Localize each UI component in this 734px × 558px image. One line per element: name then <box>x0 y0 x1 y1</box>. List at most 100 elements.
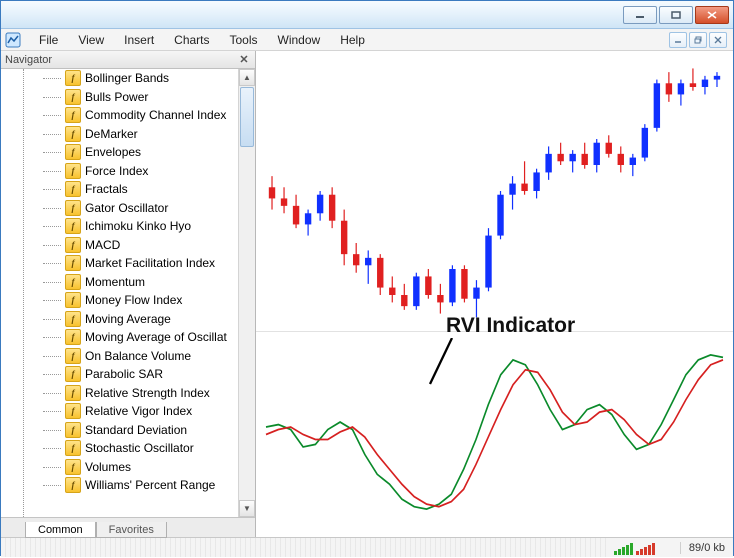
indicator-label: Parabolic SAR <box>85 367 163 381</box>
status-kb: 89/0 kb <box>680 542 733 554</box>
indicator-icon: f <box>65 89 81 105</box>
indicator-label: Gator Oscillator <box>85 201 168 215</box>
indicator-item[interactable]: f Money Flow Index <box>37 291 255 310</box>
indicator-label: Force Index <box>85 164 148 178</box>
indicator-label: Stochastic Oscillator <box>85 441 194 455</box>
indicator-icon: f <box>65 348 81 364</box>
indicator-item[interactable]: f Moving Average <box>37 310 255 329</box>
indicator-item[interactable]: f Force Index <box>37 162 255 181</box>
indicator-icon: f <box>65 422 81 438</box>
indicator-label: On Balance Volume <box>85 349 191 363</box>
indicator-item[interactable]: f On Balance Volume <box>37 347 255 366</box>
indicator-icon: f <box>65 163 81 179</box>
indicator-item[interactable]: f Ichimoku Kinko Hyo <box>37 217 255 236</box>
indicator-label: Fractals <box>85 182 128 196</box>
navigator-header: Navigator ✕ <box>1 51 255 69</box>
indicator-item[interactable]: f Volumes <box>37 458 255 477</box>
menu-file[interactable]: File <box>29 31 68 49</box>
indicator-label: Moving Average <box>85 312 171 326</box>
indicator-label: Envelopes <box>85 145 141 159</box>
mdi-restore-button[interactable] <box>689 32 707 48</box>
indicator-icon: f <box>65 126 81 142</box>
indicator-icon: f <box>65 237 81 253</box>
indicator-icon: f <box>65 107 81 123</box>
window-minimize-button[interactable] <box>623 6 657 24</box>
indicator-label: Momentum <box>85 275 145 289</box>
indicator-item[interactable]: f Standard Deviation <box>37 421 255 440</box>
indicator-item[interactable]: f Bulls Power <box>37 88 255 107</box>
indicator-icon: f <box>65 255 81 271</box>
tab-common[interactable]: Common <box>25 522 96 538</box>
indicator-icon: f <box>65 311 81 327</box>
indicator-item[interactable]: f Fractals <box>37 180 255 199</box>
indicator-icon: f <box>65 218 81 234</box>
indicator-icon: f <box>65 274 81 290</box>
indicator-item[interactable]: f Envelopes <box>37 143 255 162</box>
scroll-thumb[interactable] <box>240 87 254 147</box>
indicator-item[interactable]: f Gator Oscillator <box>37 199 255 218</box>
indicator-icon: f <box>65 440 81 456</box>
menu-charts[interactable]: Charts <box>164 31 219 49</box>
tab-favorites[interactable]: Favorites <box>96 522 167 538</box>
indicator-label: Money Flow Index <box>85 293 182 307</box>
chart-area[interactable]: RVI Indicator <box>256 51 733 537</box>
indicator-icon: f <box>65 200 81 216</box>
candlestick-chart[interactable] <box>256 51 733 331</box>
indicator-icon: f <box>65 385 81 401</box>
indicator-item[interactable]: f Momentum <box>37 273 255 292</box>
indicator-item[interactable]: f Commodity Channel Index <box>37 106 255 125</box>
scroll-up-arrow[interactable]: ▲ <box>239 69 255 86</box>
indicator-icon: f <box>65 144 81 160</box>
indicator-item[interactable]: f MACD <box>37 236 255 255</box>
indicator-icon: f <box>65 329 81 345</box>
window-titlebar <box>1 1 733 29</box>
indicator-label: DeMarker <box>85 127 138 141</box>
indicator-icon: f <box>65 477 81 493</box>
indicator-item[interactable]: f Parabolic SAR <box>37 365 255 384</box>
mdi-minimize-button[interactable] <box>669 32 687 48</box>
indicator-item[interactable]: f Bollinger Bands <box>37 69 255 88</box>
indicator-icon: f <box>65 459 81 475</box>
mdi-close-button[interactable] <box>709 32 727 48</box>
window-close-button[interactable] <box>695 6 729 24</box>
connection-bars-icon <box>614 541 674 555</box>
indicator-icon: f <box>65 366 81 382</box>
indicator-label: Moving Average of Oscillat <box>85 330 227 344</box>
indicator-item[interactable]: f Moving Average of Oscillat <box>37 328 255 347</box>
menu-view[interactable]: View <box>68 31 114 49</box>
indicator-label: Bulls Power <box>85 90 148 104</box>
indicator-label: Standard Deviation <box>85 423 187 437</box>
navigator-close-button[interactable]: ✕ <box>237 53 251 67</box>
indicator-item[interactable]: f Williams' Percent Range <box>37 476 255 495</box>
indicator-label: Bollinger Bands <box>85 71 169 85</box>
indicator-icon: f <box>65 70 81 86</box>
indicator-label: Ichimoku Kinko Hyo <box>85 219 191 233</box>
menu-window[interactable]: Window <box>268 31 331 49</box>
indicator-icon: f <box>65 292 81 308</box>
rvi-indicator-chart[interactable]: RVI Indicator <box>256 331 733 537</box>
indicator-icon: f <box>65 181 81 197</box>
menu-insert[interactable]: Insert <box>114 31 164 49</box>
statusbar: 89/0 kb <box>1 537 733 557</box>
indicator-item[interactable]: fMarket Facilitation Index <box>37 254 255 273</box>
navigator-tabs: Common Favorites <box>1 517 255 537</box>
indicator-label: Williams' Percent Range <box>85 478 215 492</box>
navigator-panel: Navigator ✕ f Bollinger Bands f Bulls Power… <box>1 51 256 537</box>
indicator-label: Relative Vigor Index <box>85 404 192 418</box>
indicator-item[interactable]: fRelative Vigor Index <box>37 402 255 421</box>
menubar: File View Insert Charts Tools Window Hel… <box>1 29 733 51</box>
indicator-item[interactable]: f DeMarker <box>37 125 255 144</box>
indicator-item[interactable]: fRelative Strength Index <box>37 384 255 403</box>
window-maximize-button[interactable] <box>659 6 693 24</box>
menu-tools[interactable]: Tools <box>220 31 268 49</box>
navigator-scrollbar[interactable]: ▲ ▼ <box>238 69 255 517</box>
app-icon <box>5 32 21 48</box>
indicator-tree[interactable]: f Bollinger Bands f Bulls Power f Commodity C… <box>37 69 255 517</box>
indicator-item[interactable]: f Stochastic Oscillator <box>37 439 255 458</box>
indicator-label: MACD <box>85 238 120 252</box>
menu-help[interactable]: Help <box>330 31 375 49</box>
scroll-down-arrow[interactable]: ▼ <box>239 500 255 517</box>
indicator-label: Volumes <box>85 460 131 474</box>
navigator-title: Navigator <box>5 54 52 66</box>
indicator-label: Commodity Channel Index <box>85 108 226 122</box>
